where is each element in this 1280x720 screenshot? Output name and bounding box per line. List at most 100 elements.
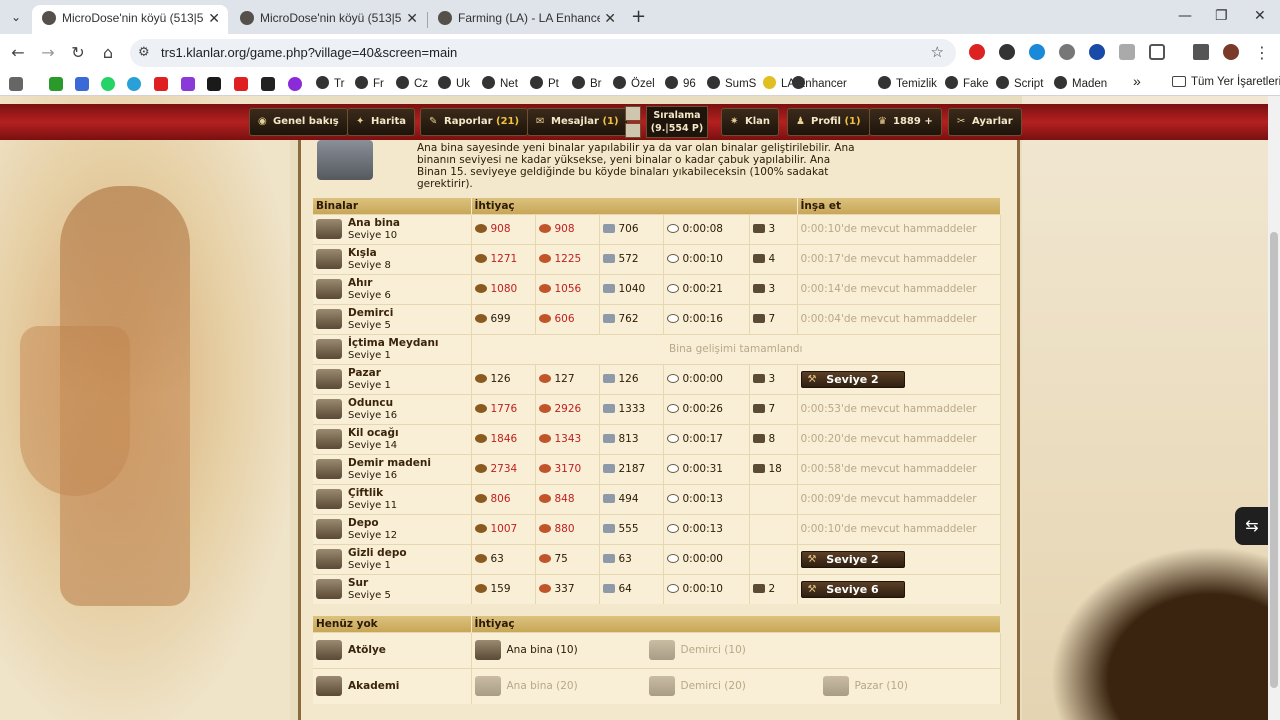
extensions-puzzle-icon[interactable] <box>1149 44 1165 60</box>
bookmark-96[interactable]: 96 <box>665 76 696 90</box>
site-info-icon[interactable]: ⚙ <box>138 45 150 60</box>
building-name-link[interactable]: Çiftlik <box>348 487 383 499</box>
requirement-item: Ana bina (10) <box>474 640 649 660</box>
reports-button[interactable]: ✎ Raporlar (21) <box>420 108 529 136</box>
bookmark-br[interactable]: Br <box>572 76 602 90</box>
media-icon[interactable] <box>1193 44 1209 60</box>
village-favicon-icon <box>240 11 254 25</box>
building-name-link[interactable]: İçtima Meydanı <box>348 337 439 349</box>
reload-icon[interactable]: ↻ <box>68 43 88 62</box>
bookmark-star-icon[interactable]: ☆ <box>931 43 944 61</box>
building-name-link[interactable]: Kil ocağı <box>348 427 399 439</box>
overview-button[interactable]: ◉ Genel bakış <box>249 108 348 136</box>
new-tab-button[interactable]: + <box>631 6 646 27</box>
menu-kebab-icon[interactable]: ⋮ <box>1252 43 1272 62</box>
upgrade-button[interactable]: ⚒ Seviye 2 <box>800 370 905 388</box>
back-icon[interactable]: ← <box>8 43 28 62</box>
bookmark-uk[interactable]: Uk <box>438 76 470 90</box>
ranking-button[interactable]: Sıralama (9.|554 P) <box>646 106 708 138</box>
bookmark-icon[interactable] <box>261 77 275 91</box>
extension-icon[interactable] <box>969 44 985 60</box>
url-text[interactable]: trs1.klanlar.org/game.php?village=40&scr… <box>161 45 457 60</box>
ranking-flag-icon[interactable] <box>625 123 641 138</box>
extension-icon[interactable] <box>1029 44 1045 60</box>
clay-cost: 606 <box>554 313 575 325</box>
map-button[interactable]: ✦ Harita <box>347 108 416 136</box>
bookmark-icon[interactable] <box>288 77 302 91</box>
more-bookmarks-icon[interactable]: » <box>1133 73 1141 89</box>
bookmark-fr[interactable]: Fr <box>355 76 384 90</box>
building-name-link[interactable]: Oduncu <box>348 397 393 409</box>
minimize-icon[interactable]: — <box>1178 8 1192 24</box>
bookmark-pt[interactable]: Pt <box>530 76 559 90</box>
bookmark-icon[interactable] <box>75 77 89 91</box>
bookmark-icon[interactable] <box>234 77 248 91</box>
resources-available-text: 0:00:09'de mevcut hammaddeler <box>797 483 1001 514</box>
bookmark-temizlik[interactable]: Temizlik <box>878 76 937 90</box>
floating-script-button[interactable]: ⇆ <box>1235 507 1268 545</box>
apps-grid-icon[interactable] <box>9 77 23 91</box>
profile-avatar[interactable] <box>1223 44 1239 60</box>
tab-village-1[interactable]: MicroDose'nin köyü (513|500) - ✕ <box>32 5 228 34</box>
building-name-link[interactable]: Ana bina <box>348 217 400 229</box>
forward-icon[interactable]: → <box>38 43 58 62</box>
bookmark-icon[interactable] <box>101 77 115 91</box>
wood-cost-cell: 699 <box>471 303 536 334</box>
building-level: Seviye 5 <box>348 319 391 331</box>
building-name-link[interactable]: Gizli depo <box>348 547 407 559</box>
bookmark-tr[interactable]: Tr <box>316 76 344 90</box>
bookmark-sums[interactable]: SumS <box>707 76 756 90</box>
building-name-link[interactable]: Ahır <box>348 277 372 289</box>
building-name-link[interactable]: Sur <box>348 577 368 589</box>
all-bookmarks-folder[interactable]: Tüm Yer İşaretleri <box>1172 76 1280 88</box>
bookmark-net[interactable]: Net <box>482 76 518 90</box>
close-tab-icon[interactable]: ✕ <box>208 10 220 27</box>
build-time-cell: 0:00:13 <box>663 513 750 544</box>
building-name-link[interactable]: Akademi <box>348 680 399 692</box>
bookmark-cz[interactable]: Cz <box>396 76 428 90</box>
bookmark-fake[interactable]: Fake <box>945 76 989 90</box>
messages-button[interactable]: ✉ Mesajlar (1) <box>527 108 628 136</box>
tab-farming[interactable]: Farming (LA) - LA Enhancer (ntr ✕ <box>428 5 624 34</box>
wood-icon <box>474 494 487 503</box>
address-bar[interactable]: ⚙ trs1.klanlar.org/game.php?village=40&s… <box>130 39 956 67</box>
profile-button[interactable]: ♟ Profil (1) <box>787 108 870 136</box>
bookmark-icon[interactable] <box>127 77 141 91</box>
building-name-link[interactable]: Kışla <box>348 247 377 259</box>
home-icon[interactable]: ⌂ <box>98 43 118 62</box>
iron-cost: 813 <box>618 433 639 445</box>
tab-search-icon[interactable]: ⌄ <box>6 8 26 26</box>
close-window-icon[interactable]: ✕ <box>1254 8 1266 24</box>
bookmark-icon[interactable] <box>207 77 221 91</box>
bookmark-ozel[interactable]: Özel <box>613 76 655 90</box>
messages-count: (1) <box>602 116 619 127</box>
settings-button[interactable]: ✂ Ayarlar <box>948 108 1022 136</box>
bookmark-icon[interactable] <box>154 77 168 91</box>
bookmark-icon[interactable] <box>49 77 63 91</box>
extension-icon[interactable] <box>999 44 1015 60</box>
bookmark-icon[interactable] <box>181 77 195 91</box>
close-tab-icon[interactable]: ✕ <box>406 10 418 27</box>
scrollbar-thumb[interactable] <box>1270 232 1278 688</box>
bookmark-la-enhancer-2[interactable] <box>792 76 810 90</box>
building-name-link[interactable]: Demir madeni <box>348 457 431 469</box>
tree-art <box>1050 546 1268 720</box>
building-name-link[interactable]: Atölye <box>348 644 386 656</box>
ranking-flag-icon[interactable] <box>625 106 641 121</box>
extension-icon[interactable] <box>1059 44 1075 60</box>
upgrade-button[interactable]: ⚒ Seviye 2 <box>800 550 905 568</box>
building-name-link[interactable]: Demirci <box>348 307 393 319</box>
bookmark-script[interactable]: Script <box>996 76 1043 90</box>
building-name-link[interactable]: Pazar <box>348 367 381 379</box>
extension-icon[interactable] <box>1119 44 1135 60</box>
upgrade-button[interactable]: ⚒ Seviye 6 <box>800 580 905 598</box>
bookmark-maden[interactable]: Maden <box>1054 76 1107 90</box>
tab-village-2[interactable]: MicroDose'nin köyü (513|500) - ✕ <box>230 5 426 34</box>
clan-button[interactable]: ✷ Klan <box>721 108 780 136</box>
premium-points-button[interactable]: ♛ 1889 + <box>869 108 942 136</box>
page-scrollbar[interactable] <box>1268 96 1280 720</box>
maximize-icon[interactable]: ❐ <box>1215 8 1228 24</box>
close-tab-icon[interactable]: ✕ <box>604 10 616 27</box>
extension-icon[interactable] <box>1089 44 1105 60</box>
building-name-link[interactable]: Depo <box>348 517 379 529</box>
